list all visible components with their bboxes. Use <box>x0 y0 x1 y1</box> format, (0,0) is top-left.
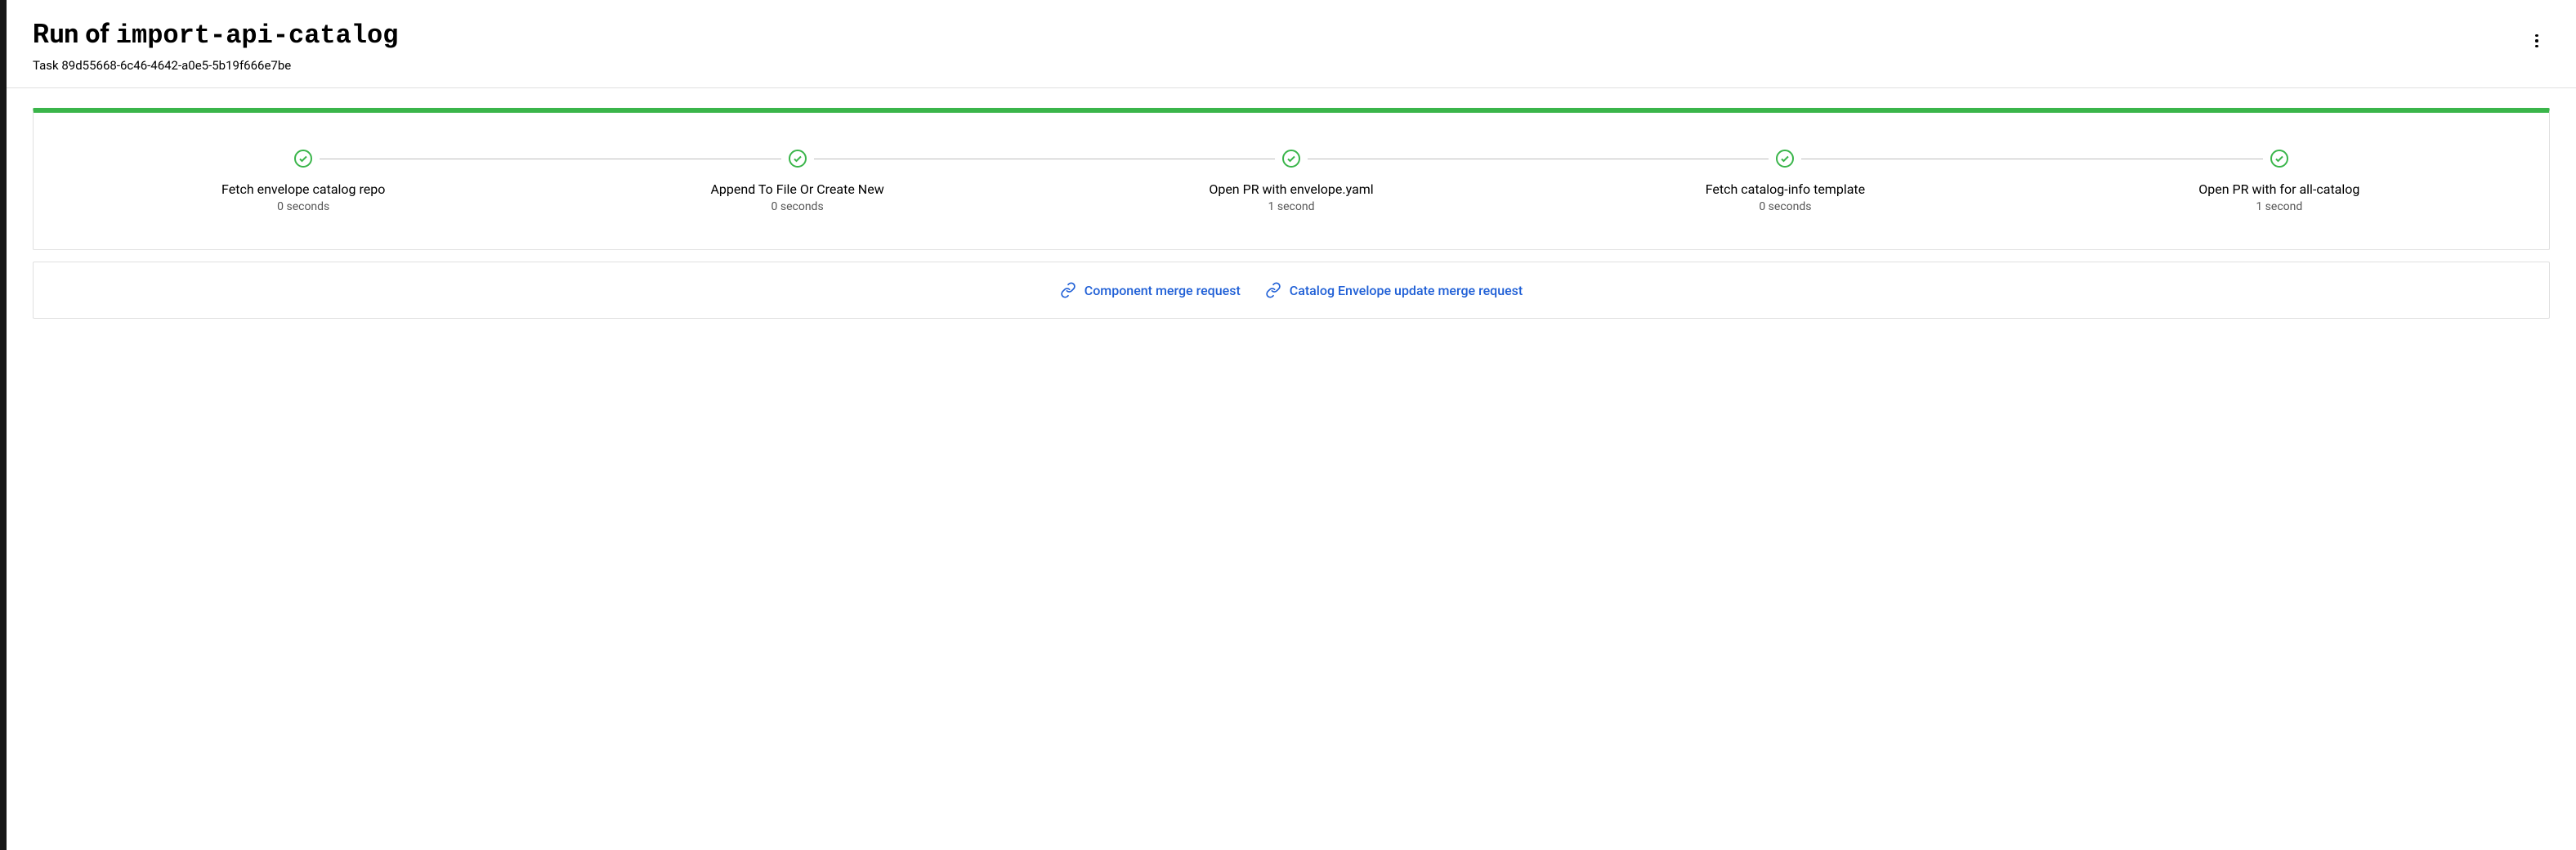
step-item[interactable]: Open PR with for all-catalog 1 second <box>2033 149 2526 213</box>
step-label: Open PR with envelope.yaml <box>1209 181 1373 197</box>
catalog-envelope-merge-request-link[interactable]: Catalog Envelope update merge request <box>1265 282 1523 298</box>
check-circle-icon <box>1281 149 1301 168</box>
step-item[interactable]: Fetch catalog-info template 0 seconds <box>1538 149 2032 213</box>
page-header: Run of import-api-catalog Task 89d55668-… <box>7 0 2576 88</box>
step-item[interactable]: Open PR with envelope.yaml 1 second <box>1044 149 1538 213</box>
task-subtitle: Task 89d55668-6c46-4642-a0e5-5b19f666e7b… <box>33 58 2524 73</box>
link-label: Component merge request <box>1085 283 1241 298</box>
kebab-dot-icon <box>2535 39 2538 42</box>
component-merge-request-link[interactable]: Component merge request <box>1060 282 1241 298</box>
subtitle-prefix: Task <box>33 58 61 73</box>
step-duration: 0 seconds <box>710 200 883 213</box>
link-label: Catalog Envelope update merge request <box>1290 283 1523 298</box>
title-prefix: Run of <box>33 18 116 49</box>
link-icon <box>1265 282 1281 298</box>
kebab-dot-icon <box>2535 34 2538 37</box>
link-icon <box>1060 282 1076 298</box>
check-circle-icon <box>293 149 313 168</box>
title-code: import-api-catalog <box>116 20 399 51</box>
stepper: Fetch envelope catalog repo 0 seconds <box>56 149 2526 213</box>
check-circle-icon <box>2270 149 2289 168</box>
step-label: Open PR with for all-catalog <box>2198 181 2359 197</box>
sidebar-sliver <box>0 0 7 850</box>
step-item[interactable]: Fetch envelope catalog repo 0 seconds <box>56 149 550 213</box>
step-duration: 1 second <box>2198 200 2359 213</box>
check-circle-icon <box>788 149 807 168</box>
links-card: Component merge request Catalog Envelope… <box>33 262 2550 319</box>
task-id: 89d55668-6c46-4642-a0e5-5b19f666e7be <box>61 58 291 73</box>
step-label: Fetch envelope catalog repo <box>221 181 385 197</box>
step-label: Fetch catalog-info template <box>1706 181 1865 197</box>
step-duration: 1 second <box>1209 200 1373 213</box>
more-actions-button[interactable] <box>2524 28 2550 54</box>
page-title: Run of import-api-catalog <box>33 18 2524 51</box>
header-left: Run of import-api-catalog Task 89d55668-… <box>33 18 2524 73</box>
steps-card: Fetch envelope catalog repo 0 seconds <box>33 108 2550 250</box>
content-area: Fetch envelope catalog repo 0 seconds <box>7 88 2576 338</box>
kebab-dot-icon <box>2535 45 2538 47</box>
step-duration: 0 seconds <box>1706 200 1865 213</box>
check-circle-icon <box>1775 149 1795 168</box>
main-content: Run of import-api-catalog Task 89d55668-… <box>7 0 2576 850</box>
step-duration: 0 seconds <box>221 200 385 213</box>
step-item[interactable]: Append To File Or Create New 0 seconds <box>550 149 1044 213</box>
step-label: Append To File Or Create New <box>710 181 883 197</box>
